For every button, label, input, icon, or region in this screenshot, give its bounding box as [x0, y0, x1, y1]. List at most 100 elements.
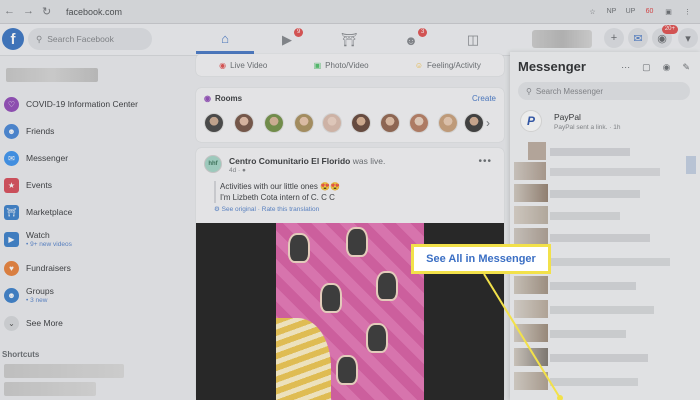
room-avatar[interactable] [464, 113, 484, 133]
conversation-text-blurred[interactable] [550, 148, 630, 156]
conversation-text-blurred[interactable] [550, 234, 650, 242]
facebook-logo-icon[interactable]: f [2, 28, 24, 50]
tab-gaming[interactable]: ◫ [444, 26, 502, 54]
conversation-text-blurred[interactable] [550, 190, 640, 198]
marketplace-icon: ⛩ [340, 32, 358, 47]
chevron-right-icon[interactable]: › [486, 116, 490, 130]
conversation-text-blurred[interactable] [550, 212, 620, 220]
doll-pattern [288, 233, 310, 263]
see-original-link[interactable]: ⚙ See original · Rate this translation [214, 205, 319, 213]
browser-menu-icon[interactable]: ⋮ [681, 5, 694, 18]
conversation-text-blurred[interactable] [550, 378, 638, 386]
sidebar-item-events[interactable]: ★ Events [4, 175, 52, 195]
conversation-text-blurred[interactable] [550, 330, 626, 338]
account-menu-button[interactable]: ▾ [678, 28, 698, 48]
room-avatar[interactable] [351, 113, 371, 133]
sidebar-item-groups[interactable]: ☻ Groups • 3 new [4, 285, 54, 305]
extension-up[interactable]: UP [624, 5, 637, 18]
groups-badge: 3 [418, 28, 428, 37]
address-bar[interactable]: facebook.com [66, 7, 122, 17]
post-author-name[interactable]: Centro Comunitario El Florido [229, 156, 350, 166]
room-avatar[interactable] [294, 113, 314, 133]
expand-icon[interactable]: ▢ [642, 62, 651, 73]
sidebar-item-watch[interactable]: ▶ Watch • 9+ new videos [4, 229, 72, 249]
conversation-avatar-blurred[interactable] [514, 206, 548, 224]
notifications-button[interactable]: ◉ 20+ [652, 25, 678, 48]
conversation-avatar-blurred[interactable] [514, 276, 548, 294]
tab-home[interactable]: ⌂ [196, 26, 254, 54]
sidebar-item-marketplace[interactable]: ⛩ Marketplace [4, 202, 72, 222]
conversation-text-blurred[interactable] [550, 306, 654, 314]
video-frame-image[interactable] [276, 223, 424, 400]
shortcut-item-blurred[interactable] [4, 382, 96, 396]
conversation-avatar-blurred[interactable] [514, 324, 548, 342]
conversation-avatar-blurred[interactable] [514, 348, 548, 366]
sidebar-item-friends[interactable]: ☻ Friends [4, 121, 54, 141]
smiley-icon: ☺ [414, 60, 424, 70]
sidebar-item-covid[interactable]: ♡ COVID-19 Information Center [4, 94, 138, 114]
extensions-puzzle-icon[interactable]: ▣ [662, 5, 675, 18]
extension-60[interactable]: 60 [643, 5, 656, 18]
user-name-blurred[interactable] [6, 68, 98, 82]
conversation-avatar-blurred[interactable] [514, 162, 546, 180]
watch-icon: ▶ [4, 231, 19, 247]
post-text-line: Activities with our little ones 😍😍 [220, 182, 340, 191]
room-avatar[interactable] [204, 113, 224, 133]
see-all-in-messenger-callout[interactable]: See All in Messenger [411, 244, 551, 274]
bookmark-star-icon[interactable]: ☆ [586, 5, 599, 18]
sidebar-item-messenger[interactable]: ✉ Messenger [4, 148, 68, 168]
shortcut-item-blurred[interactable] [4, 364, 124, 378]
room-avatar[interactable] [409, 113, 429, 133]
sidebar-item-sub: • 9+ new videos [26, 241, 72, 248]
sidebar-item-label: See More [26, 318, 63, 328]
room-avatar[interactable] [264, 113, 284, 133]
back-icon[interactable]: ← [4, 5, 15, 18]
new-room-icon[interactable]: ◉ [663, 62, 671, 73]
messenger-search-placeholder: Search Messenger [535, 86, 604, 96]
tab-watch[interactable]: ▶ 9 [258, 26, 316, 54]
conversation-avatar-blurred[interactable] [528, 142, 546, 160]
conversation-text-blurred[interactable] [550, 354, 648, 362]
conversation-avatar-blurred[interactable] [514, 372, 548, 390]
rooms-video-icon: ◉ [204, 94, 211, 103]
striped-shirt [276, 318, 331, 400]
room-avatar[interactable] [438, 113, 458, 133]
extension-np[interactable]: NP [605, 5, 618, 18]
search-input[interactable]: ⚲ Search Facebook [28, 28, 152, 50]
tab-marketplace[interactable]: ⛩ [320, 26, 378, 54]
doll-pattern [320, 283, 342, 313]
conversation-text-blurred[interactable] [550, 258, 670, 266]
sidebar-item-label: Messenger [26, 153, 69, 163]
conversation-text-blurred[interactable] [550, 282, 636, 290]
sidebar-item-fundraisers[interactable]: ♥ Fundraisers [4, 258, 71, 278]
forward-icon[interactable]: → [23, 5, 34, 18]
options-icon[interactable]: ⋯ [621, 62, 630, 73]
live-video-button[interactable]: ◉ Live Video [219, 61, 267, 70]
room-avatar[interactable] [380, 113, 400, 133]
profile-name-blurred[interactable] [532, 30, 592, 48]
conversation-text-blurred[interactable] [550, 168, 660, 176]
tab-groups[interactable]: ☻ 3 [382, 26, 440, 54]
video-camera-icon: ◉ [219, 60, 227, 70]
post-author-avatar[interactable]: hhf [204, 155, 222, 173]
room-avatar[interactable] [234, 113, 254, 133]
messenger-button[interactable]: ✉ [628, 28, 648, 48]
rooms-create-link[interactable]: Create [472, 94, 496, 103]
compose-icon[interactable]: ✎ [682, 62, 690, 73]
conversation-name[interactable]: PayPal [554, 112, 581, 122]
sidebar-item-see-more[interactable]: ⌄ See More [4, 313, 63, 333]
create-button[interactable]: + [604, 28, 624, 48]
paypal-logo-icon[interactable]: P [520, 110, 542, 132]
room-avatar[interactable] [322, 113, 342, 133]
conversation-avatar-blurred[interactable] [514, 300, 548, 318]
messenger-search-input[interactable]: ⚲ Search Messenger [518, 82, 690, 100]
more-options-icon[interactable]: ••• [478, 156, 492, 167]
post-timestamp[interactable]: 4d · ● [229, 167, 246, 174]
calendar-icon: ★ [4, 177, 19, 193]
feeling-activity-button[interactable]: ☺ Feeling/Activity [415, 61, 481, 70]
conversation-avatar-blurred[interactable] [514, 184, 548, 202]
extension-row: ☆ NP UP 60 ▣ ⋮ [586, 5, 694, 18]
conversation-preview[interactable]: PayPal sent a link. · 1h [554, 124, 620, 131]
reload-icon[interactable]: ↻ [42, 5, 51, 18]
photo-video-button[interactable]: ▣ Photo/Video [314, 61, 369, 70]
